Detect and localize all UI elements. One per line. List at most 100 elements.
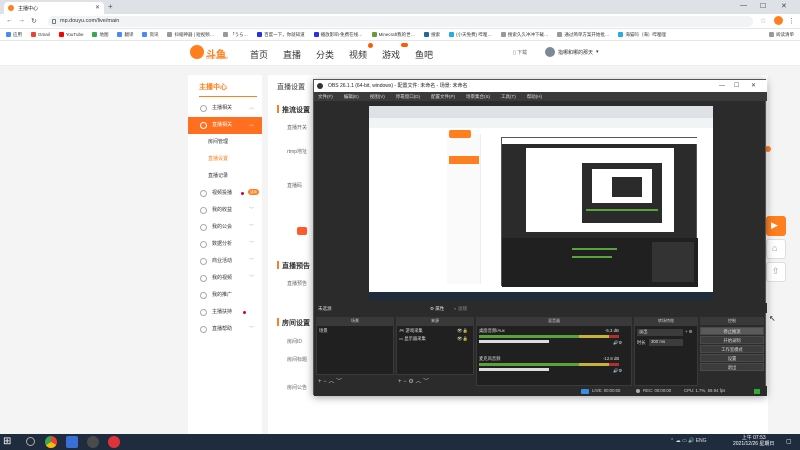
bookmark-item[interactable]: 翻译 — [117, 32, 133, 38]
sidebar-item-my-video[interactable]: 我的视频 ﹀ — [188, 270, 262, 287]
bookmark-item[interactable]: 抖缩神器 | 短视频… — [167, 32, 214, 38]
visibility-eye-icon[interactable]: 👁🔒 — [457, 336, 468, 342]
menu-help[interactable]: 帮助(H) — [527, 94, 542, 100]
sidebar-item-analytics[interactable]: 数据分析 ﹀ — [188, 236, 262, 253]
menu-view[interactable]: 视图(V) — [370, 94, 385, 100]
bookmark-item[interactable]: Gmail — [31, 32, 50, 37]
film-icon — [200, 275, 207, 282]
minimize-icon[interactable]: — — [719, 80, 725, 92]
sidebar-item-promotion[interactable]: 我的推广 — [188, 287, 262, 304]
chrome-icon[interactable] — [45, 436, 57, 448]
bookmark-item[interactable]: 应用 — [6, 32, 22, 38]
float-live-button[interactable]: ▶ — [766, 216, 786, 236]
transition-add-icon[interactable]: + ⚙ — [685, 329, 693, 335]
bookmark-item[interactable]: 海猫吗（海）哔哩哩 — [618, 32, 666, 38]
sidebar-item-room-manage[interactable]: 房间管理 — [188, 134, 262, 151]
sidebar-item-video[interactable]: 视频投播 活动 — [188, 185, 262, 202]
source-item-game-capture[interactable]: 🎮 游戏采集 — [399, 328, 423, 334]
nav-live[interactable]: 直播 — [283, 48, 301, 61]
nav-category[interactable]: 分类 — [316, 48, 334, 61]
user-menu[interactable]: 指哪和哪的那天 ▾ — [545, 47, 599, 57]
clock[interactable]: 上午 07:53 2021/12/26 星期日 — [733, 435, 774, 447]
filters-button[interactable]: ◐ 滤镜 — [454, 306, 467, 312]
bookmark-item[interactable]: (小天免费) 哔哩… — [449, 32, 492, 38]
maximize-icon[interactable]: ☐ — [760, 2, 766, 10]
bookmark-item[interactable]: 搜索 — [424, 32, 440, 38]
minimize-icon[interactable]: — — [740, 2, 747, 9]
menu-file[interactable]: 文件(F) — [318, 94, 333, 100]
windows-start-icon[interactable]: ⊞ — [3, 436, 15, 448]
exit-button[interactable]: 退出 — [700, 363, 764, 371]
close-icon[interactable]: ✕ — [751, 80, 756, 92]
reading-list[interactable]: 阅读清单 — [769, 32, 800, 38]
start-recording-button[interactable]: 开始录制 — [700, 336, 764, 344]
maximize-icon[interactable]: ☐ — [734, 80, 739, 92]
source-add-remove-buttons[interactable]: + − ⚙ ︿ ﹀ — [398, 376, 429, 385]
sidebar-item-guild[interactable]: 我的公会 ﹀ — [188, 219, 262, 236]
sidebar-item-live[interactable]: 直播相关 ︿ — [188, 117, 262, 134]
volume-slider[interactable] — [479, 340, 549, 343]
nav-yuba[interactable]: 鱼吧 — [415, 48, 433, 61]
notification-icon[interactable]: ▢ — [786, 438, 792, 445]
float-top-button[interactable]: ⇧ — [766, 262, 786, 282]
folder-app-icon[interactable] — [66, 436, 78, 448]
sidebar-item-income[interactable]: 我的收益 ﹀ — [188, 202, 262, 219]
system-tray[interactable]: ⌃ ☁ ▭ 🔊 ENG — [670, 438, 707, 444]
close-tab-icon[interactable]: ✕ — [95, 4, 100, 11]
scene-list-item[interactable]: 场景 — [319, 328, 328, 334]
sidebar-item-help[interactable]: 直播帮助 ﹀ — [188, 321, 262, 338]
douyu-logo[interactable]: 斗鱼 DOUYU.COM — [190, 45, 236, 61]
download-link[interactable]: ▯ 下载 — [513, 49, 527, 56]
bookmark-item[interactable]: YouTube — [58, 32, 83, 37]
bookmark-item[interactable]: 「うら… — [223, 32, 248, 38]
search-icon[interactable] — [26, 437, 35, 446]
sidebar-item-live-settings[interactable]: 直播设置 — [188, 151, 262, 168]
star-icon[interactable]: ☆ — [760, 17, 766, 25]
sidebar-item-live-records[interactable]: 直播记录 — [188, 168, 262, 185]
back-icon[interactable]: ← — [6, 17, 13, 24]
bookmark-item[interactable]: 通过简单方案开始批… — [557, 32, 609, 38]
new-tab-icon[interactable]: + — [108, 2, 113, 11]
source-item-display-capture[interactable]: ▭ 显示器采集 — [399, 336, 426, 342]
url-input[interactable]: mp.douyu.com/live/main — [48, 16, 753, 27]
speaker-icon[interactable]: 🔊⚙ — [613, 368, 622, 374]
bookmark-item[interactable]: 播放影响-免费在线… — [313, 32, 363, 38]
sidebar-item-business[interactable]: 商业活动 ﹀ — [188, 253, 262, 270]
settings-button[interactable]: 设置 — [700, 354, 764, 362]
speaker-icon[interactable]: 🔊⚙ — [613, 340, 622, 346]
reload-icon[interactable]: ↻ — [31, 17, 37, 25]
close-window-icon[interactable]: ✕ — [781, 2, 787, 10]
obs-preview-canvas[interactable] — [369, 106, 713, 300]
menu-tools[interactable]: 工具(T) — [501, 94, 516, 100]
menu-kebab-icon[interactable]: ⋮ — [788, 17, 795, 25]
bookmark-item[interactable]: 搜索久久冲冲下载… — [500, 32, 548, 38]
nav-video[interactable]: 视频 — [349, 48, 367, 61]
menu-scene-collection[interactable]: 场景集合(S) — [466, 94, 490, 100]
sidebar-item-anchor[interactable]: 主播相关 ︿ — [188, 100, 262, 117]
scene-add-remove-buttons[interactable]: + − ︿ ﹀ — [318, 376, 342, 385]
nav-game[interactable]: 游戏 — [382, 48, 400, 61]
studio-mode-button[interactable]: 工作室模式 — [700, 345, 764, 353]
bookmark-item[interactable]: 地图 — [92, 32, 108, 38]
bookmark-item[interactable]: 百度一下，你就知道 — [257, 32, 305, 38]
menu-docks[interactable]: 停靠窗口(D) — [396, 94, 420, 100]
visibility-eye-icon[interactable]: 👁🔒 — [457, 328, 468, 334]
bookmark-item[interactable]: Minecraft我的世… — [371, 32, 415, 38]
properties-button[interactable]: ⚙ 属性 — [430, 306, 444, 312]
duration-input[interactable]: 300 ms — [649, 339, 683, 346]
browser-tab[interactable]: 主播中心 ✕ — [4, 2, 104, 14]
menu-profile[interactable]: 配置文件(P) — [431, 94, 455, 100]
forward-icon[interactable]: → — [18, 17, 25, 24]
menu-edit[interactable]: 编辑(E) — [344, 94, 359, 100]
app-taskbar-icon[interactable] — [108, 436, 120, 448]
stop-streaming-button[interactable]: 停止推流 — [700, 327, 764, 335]
bookmark-item[interactable]: 资讯 — [142, 32, 158, 38]
volume-slider[interactable] — [479, 368, 549, 371]
float-home-button[interactable]: ⌂ — [766, 239, 786, 259]
obs-taskbar-icon[interactable] — [87, 436, 99, 448]
transition-select[interactable]: 淡出 — [637, 329, 683, 336]
profile-avatar-icon[interactable] — [774, 16, 783, 25]
sidebar-item-support[interactable]: 主播扶持 — [188, 304, 262, 321]
nav-home[interactable]: 首页 — [250, 48, 268, 61]
play-icon: ▶ — [771, 220, 778, 230]
